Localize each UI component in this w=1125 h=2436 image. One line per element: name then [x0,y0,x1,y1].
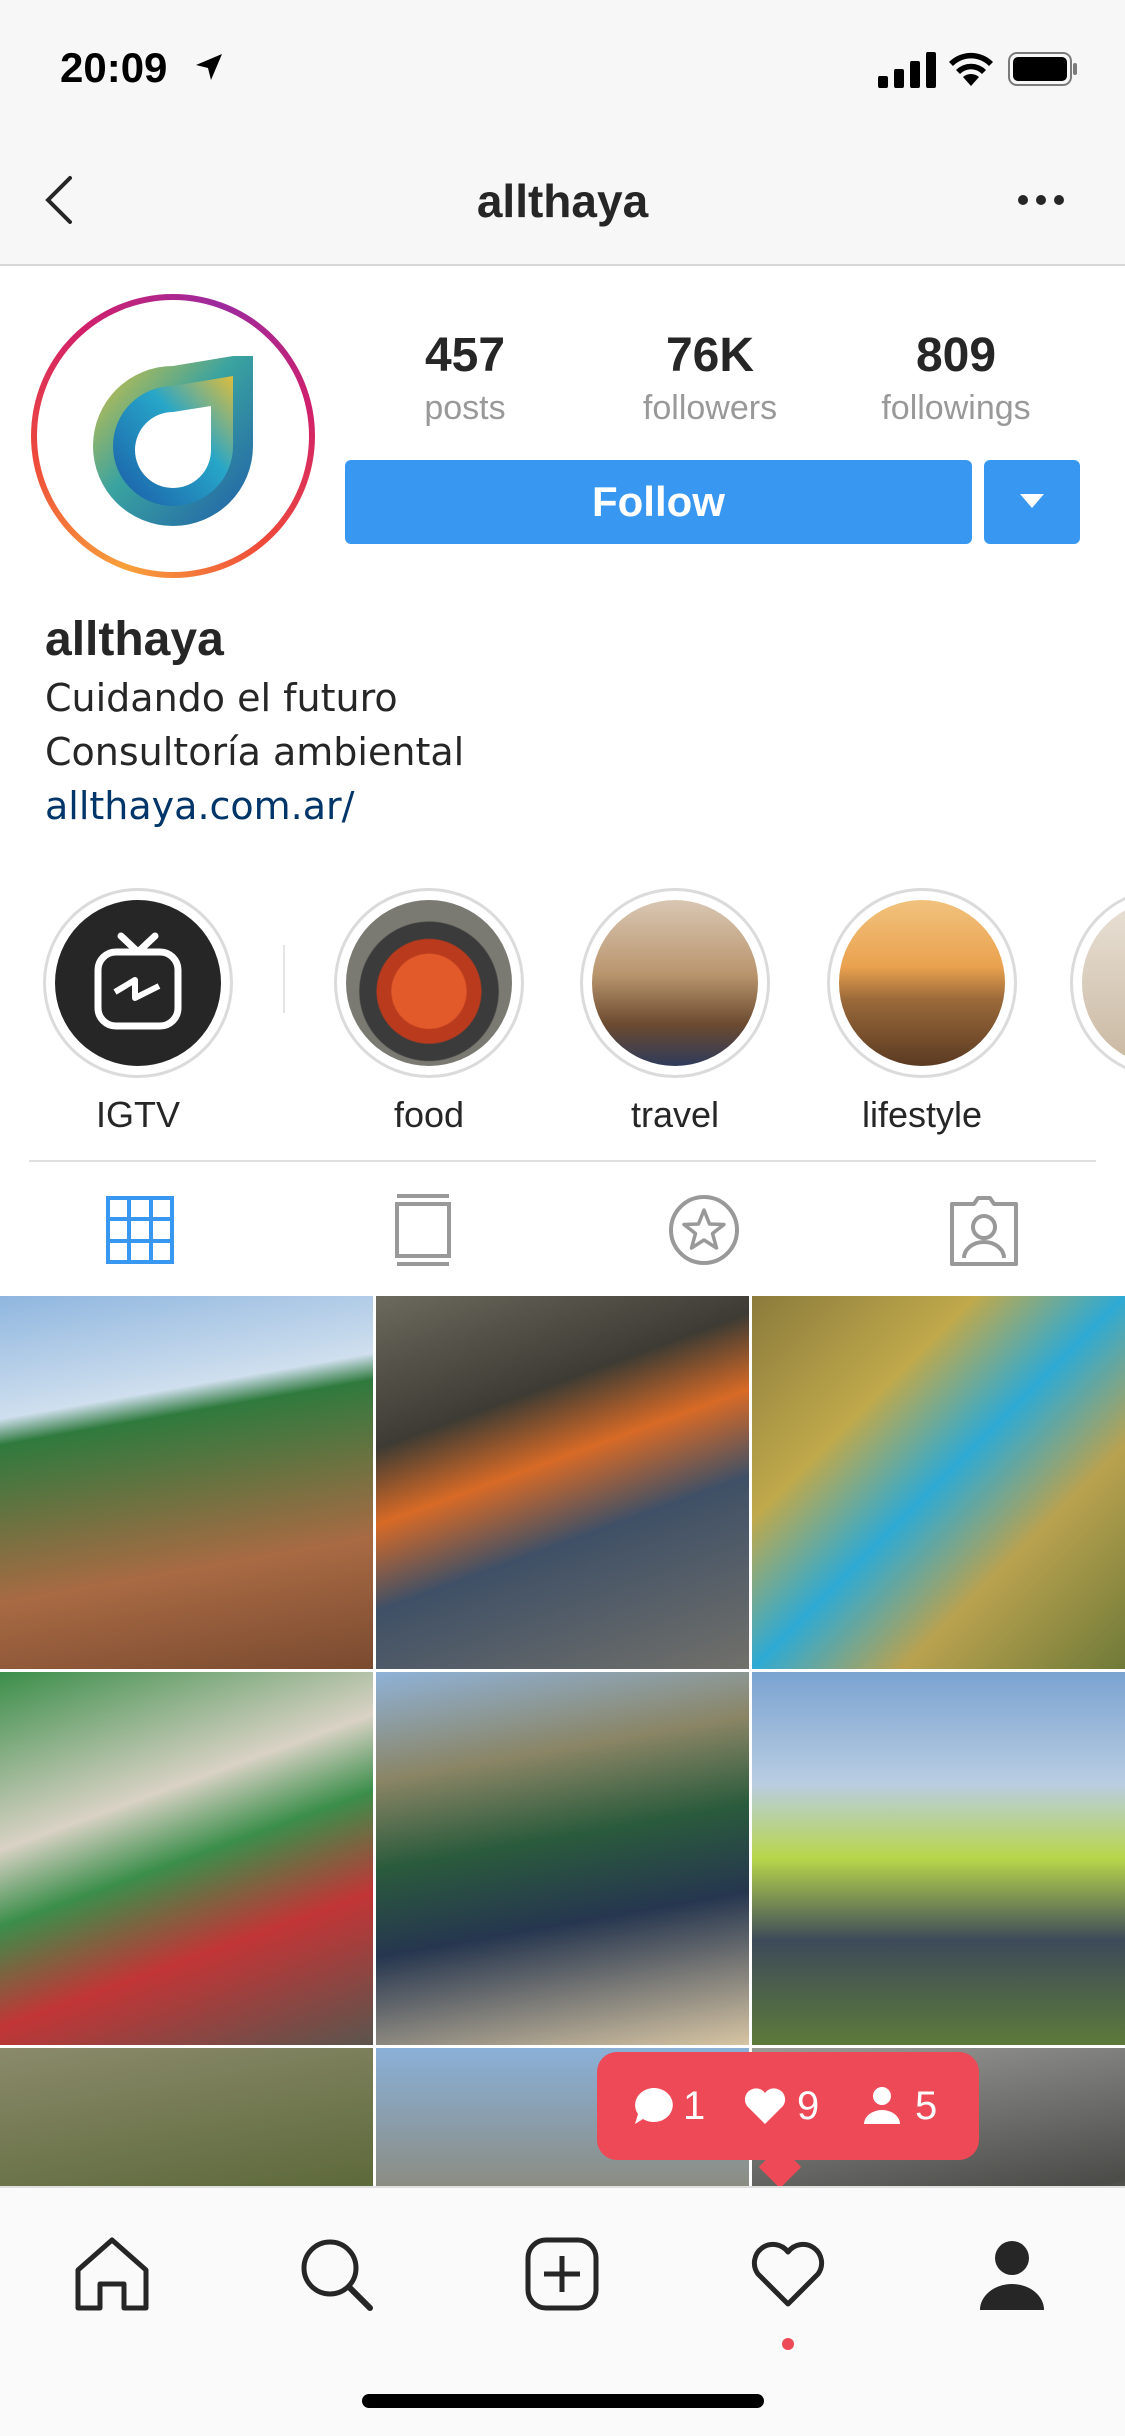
follow-button[interactable]: Follow [345,460,972,544]
activity-indicator-dot [782,2338,794,2350]
profile-name: allthaya [45,613,224,666]
location-arrow-icon [196,54,222,80]
tagged-person-icon[interactable] [944,1190,1024,1270]
status-bar: 20:09 [0,0,1125,140]
page-title: allthaya [476,175,649,227]
add-post-icon[interactable] [520,2232,604,2316]
nav-bar: allthaya [0,140,1125,266]
highlight-ring [580,888,770,1078]
post-thumbnail[interactable] [0,1296,373,1669]
highlight-cover [1082,900,1125,1066]
avatar-story-ring[interactable] [31,294,315,578]
follows-count: 5 [915,2084,938,2128]
highlight-ring [334,888,524,1078]
followings-label: followings [881,389,1031,427]
followings-count: 809 [915,329,997,382]
avatar [37,300,309,572]
heart-icon [744,2088,786,2124]
highlight-travel[interactable]: travel [580,888,770,1136]
profile-icon[interactable] [970,2232,1054,2316]
highlight-cover [346,900,512,1066]
status-time: 20:09 [60,44,168,91]
website-link[interactable]: allthaya.com.ar/ [45,784,354,828]
allthaya-logo [93,356,253,526]
star-circle-icon[interactable] [664,1190,744,1270]
posts-count: 457 [424,329,506,382]
person-icon [864,2087,900,2124]
post-thumbnail[interactable] [376,1672,749,2045]
followers-label: followers [642,389,778,427]
stat-followers[interactable]: 76K followers [600,328,820,428]
grid-icon[interactable] [100,1190,180,1270]
highlight-label: food [393,1094,465,1135]
post-thumbnail[interactable] [752,1296,1125,1669]
post-thumbnail[interactable] [0,1672,373,2045]
caret-down-icon [1020,494,1044,508]
stat-posts[interactable]: 457 posts [355,328,575,428]
highlight-label: lifestyle [861,1094,983,1135]
comment-icon [635,2088,673,2124]
highlight-lifestyle[interactable]: lifestyle [827,888,1017,1136]
suggestions-dropdown-button[interactable] [984,460,1080,544]
bio-line-1: Cuidando el futuro [45,676,398,720]
wifi-icon [949,52,993,86]
post-thumbnail[interactable] [752,1672,1125,2045]
feed-icon[interactable] [383,1190,463,1270]
followers-count: 76K [665,329,755,382]
comments-count: 1 [683,2084,706,2128]
highlight-cover [592,900,758,1066]
more-options-icon[interactable] [1016,192,1066,208]
home-icon[interactable] [70,2232,154,2316]
highlight-label: IGTV [95,1094,180,1135]
highlights-divider [283,945,285,1013]
cellular-signal-icon [878,52,936,88]
home-indicator[interactable] [362,2394,764,2408]
highlight-ring [1070,888,1125,1078]
activity-heart-icon[interactable] [746,2232,830,2316]
highlight-more[interactable] [1070,888,1125,1078]
divider [29,1160,1096,1162]
highlight-ring [43,888,233,1078]
posts-label: posts [424,389,506,427]
likes-count: 9 [797,2084,820,2128]
post-thumbnail[interactable] [376,1296,749,1669]
highlight-cover [55,900,221,1066]
highlight-ring [827,888,1017,1078]
highlight-label: travel [630,1094,720,1135]
igtv-icon [94,932,182,1030]
bio-line-2: Consultoría ambiental [45,730,465,774]
battery-icon [1008,52,1077,86]
search-icon[interactable] [294,2232,378,2316]
stat-followings[interactable]: 809 followings [846,328,1066,428]
highlight-food[interactable]: food [334,888,524,1136]
highlight-cover [839,900,1005,1066]
highlight-igtv[interactable]: IGTV [43,888,233,1136]
activity-notification-bubble[interactable]: 1 9 5 [597,2052,979,2189]
